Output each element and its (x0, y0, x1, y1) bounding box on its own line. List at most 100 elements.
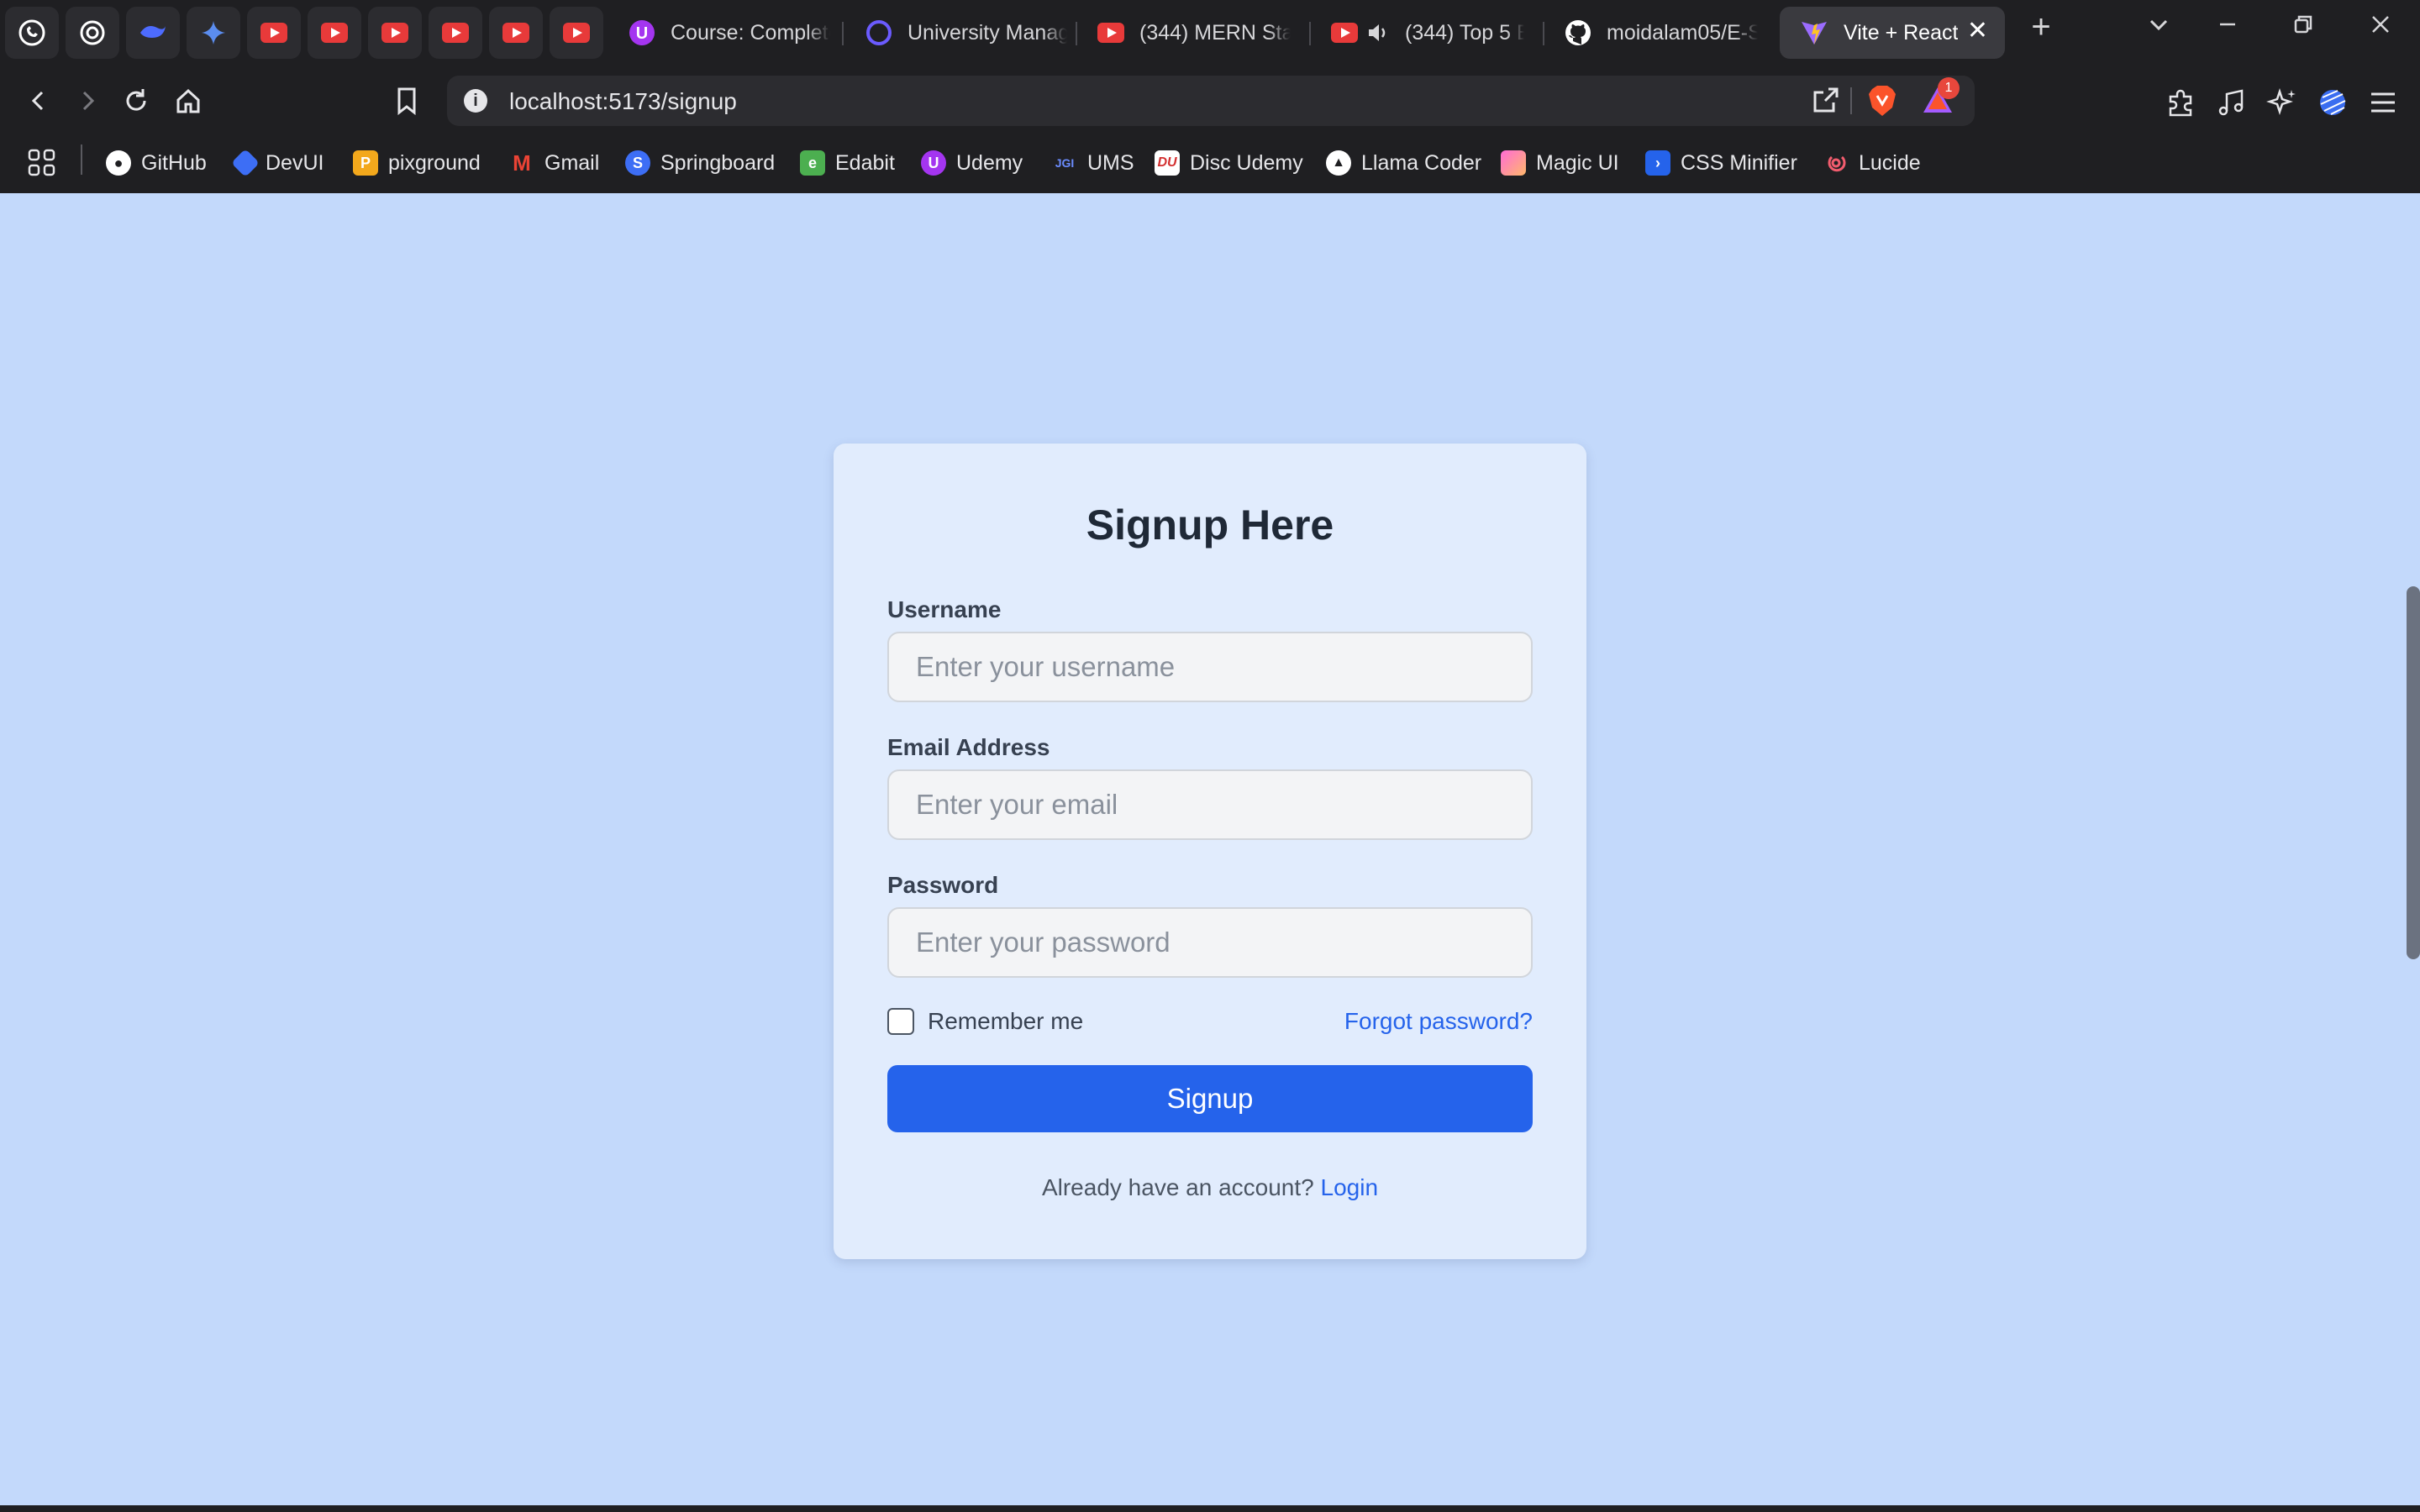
remember-me-label: Remember me (928, 1008, 1084, 1034)
pinned-tab-youtube[interactable] (247, 7, 301, 59)
tab-university-management[interactable]: University Management System (865, 7, 1067, 59)
address-bar[interactable]: i localhost:5173/signup 1 (447, 76, 1975, 126)
extensions-button[interactable] (2163, 84, 2200, 121)
bookmark-disc-udemy[interactable]: DU Disc Udemy (1155, 146, 1303, 180)
url-text[interactable]: localhost:5173/signup (509, 88, 737, 115)
tab-list-button[interactable] (2138, 13, 2180, 42)
tab-mern-stack[interactable]: (344) MERN Stack Project (1097, 7, 1291, 59)
bookmark-edabit[interactable]: e Edabit (800, 146, 895, 180)
gemini-icon (202, 21, 225, 45)
bookmark-icon (397, 87, 416, 115)
arrow-left-icon (31, 91, 44, 111)
bookmark-button[interactable] (387, 81, 427, 121)
minimize-icon (2220, 23, 2235, 26)
bookmark-llama-coder[interactable]: ▲ Llama Coder (1326, 146, 1481, 180)
udemy-icon: U (921, 150, 946, 176)
site-info-icon[interactable]: i (464, 89, 487, 113)
close-icon (2372, 16, 2389, 33)
pinned-tab-youtube[interactable] (308, 7, 361, 59)
bookmark-lucide[interactable]: Lucide (1823, 146, 1921, 180)
bookmark-label: Lucide (1859, 150, 1921, 175)
bookmark-label: Edabit (835, 150, 895, 175)
pinned-tab-youtube[interactable] (368, 7, 422, 59)
bookmark-magic-ui[interactable]: Magic UI (1501, 146, 1619, 180)
forward-button[interactable] (67, 81, 108, 121)
pinned-tab-chatgpt[interactable] (66, 7, 119, 59)
apps-grid-button[interactable] (27, 146, 57, 180)
lucide-icon (1823, 150, 1849, 176)
email-input[interactable] (887, 769, 1533, 840)
pinned-tab-youtube[interactable] (429, 7, 482, 59)
window-bottom-edge (0, 1505, 2420, 1512)
arrow-right-icon (82, 91, 95, 111)
bookmark-label: Magic UI (1536, 150, 1619, 175)
bookmark-css-minifier[interactable]: › CSS Minifier (1645, 146, 1797, 180)
pinned-tab-whatsapp[interactable] (5, 7, 59, 59)
leo-ai-button[interactable] (2264, 84, 2301, 121)
browser-menu-button[interactable] (2365, 84, 2402, 121)
pinned-tab-gemini[interactable] (187, 7, 240, 59)
tab-course[interactable]: U Course: Complete Web Development (629, 7, 830, 59)
login-prompt-text: Already have an account? (1041, 1174, 1314, 1200)
share-button[interactable] (1812, 86, 1840, 118)
bookmark-udemy[interactable]: U Udemy (921, 146, 1023, 180)
tab-vite-react[interactable]: Vite + React ✕ (1780, 7, 2005, 59)
tab-github-repo[interactable]: moidalam05/E-Shop (1565, 7, 1758, 59)
bookmark-label: DevUI (266, 150, 324, 175)
pinned-tab-youtube[interactable] (550, 7, 603, 59)
tab-title: Course: Complete Web Development (671, 20, 830, 45)
edabit-icon: e (800, 150, 825, 176)
home-button[interactable] (168, 81, 208, 121)
vite-icon (1802, 22, 1827, 45)
restore-button[interactable] (2282, 13, 2324, 42)
bookmark-label: Udemy (956, 150, 1023, 175)
forgot-password-link[interactable]: Forgot password? (1344, 1008, 1533, 1035)
reload-icon (126, 89, 146, 111)
tab-title: moidalam05/E-Shop (1607, 20, 1758, 45)
remember-me-checkbox[interactable] (887, 1008, 914, 1035)
tab-top-5[interactable]: (344) Top 5 Best (1331, 7, 1524, 59)
minimize-button[interactable] (2207, 13, 2249, 42)
hamburger-menu-icon (2371, 92, 2395, 113)
signup-button[interactable]: Signup (887, 1065, 1533, 1132)
pinned-tab-deepseek[interactable] (126, 7, 180, 59)
back-button[interactable] (18, 81, 59, 121)
close-tab-icon[interactable]: ✕ (1967, 18, 1988, 44)
puzzle-icon (2169, 89, 2192, 117)
bookmark-github[interactable]: ● GitHub (106, 146, 207, 180)
magic-ui-icon (1501, 150, 1526, 176)
home-icon (176, 88, 200, 113)
new-tab-button[interactable]: + (2020, 8, 2062, 46)
media-button[interactable] (2213, 84, 2250, 121)
bookmark-gmail[interactable]: M Gmail (509, 146, 599, 180)
youtube-icon (260, 23, 287, 43)
vpn-extension-button[interactable] (2314, 84, 2351, 121)
brave-shields-button[interactable] (1867, 84, 1897, 122)
bookmark-springboard[interactable]: S Springboard (625, 146, 775, 180)
login-link[interactable]: Login (1321, 1174, 1379, 1200)
bookmark-pixground[interactable]: P pixground (353, 146, 481, 180)
music-note-icon (2218, 89, 2244, 116)
youtube-icon (321, 23, 348, 43)
bookmark-label: pixground (388, 150, 481, 175)
ums-icon: JGI (1055, 156, 1075, 170)
bookmark-label: Gmail (544, 150, 600, 175)
login-prompt: Already have an account? Login (834, 1174, 1586, 1201)
password-label: Password (887, 872, 999, 898)
sparkle-star-icon (2266, 88, 2296, 115)
username-input[interactable] (887, 632, 1533, 702)
browser-chrome: U Course: Complete Web Development Unive… (0, 0, 2420, 193)
reload-button[interactable] (116, 81, 156, 121)
pinned-tab-youtube[interactable] (489, 7, 543, 59)
close-window-button[interactable] (2360, 13, 2402, 42)
globe-stripes-icon (2320, 90, 2346, 115)
password-input[interactable] (887, 907, 1533, 978)
springboard-icon: S (625, 150, 650, 176)
scrollbar-thumb[interactable] (2407, 586, 2420, 959)
tab-title: University Management System (908, 20, 1067, 45)
restore-icon (2294, 15, 2312, 34)
chatgpt-icon (80, 20, 105, 45)
page-title: Signup Here (1086, 501, 1334, 549)
bookmark-devui[interactable]: DevUI (231, 146, 324, 180)
bookmark-ums[interactable]: JGI UMS (1052, 146, 1134, 180)
